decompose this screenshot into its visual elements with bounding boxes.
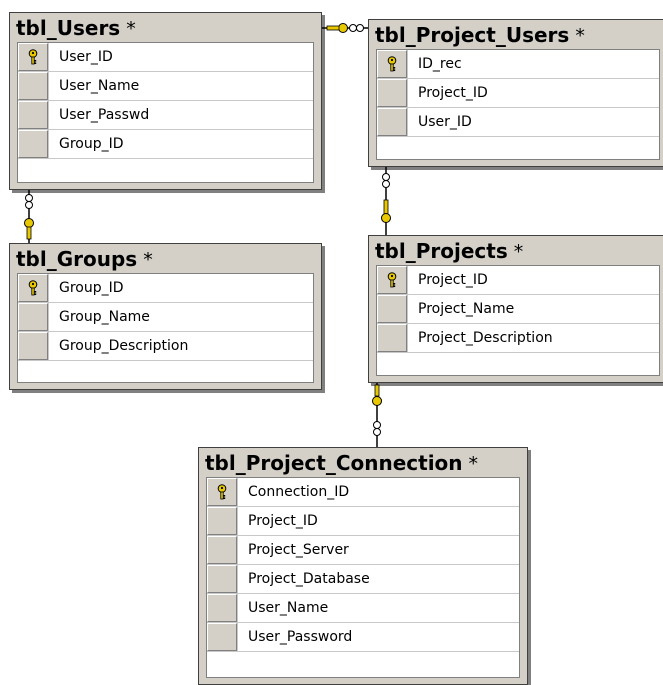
infinity-end-icon <box>373 421 381 436</box>
relationship-groups-users <box>24 190 34 243</box>
relationship-users-project-users <box>322 23 368 33</box>
key-end-icon <box>372 384 382 406</box>
relationship-projects-project-connection <box>372 383 382 447</box>
key-end-icon <box>381 199 391 223</box>
infinity-end-icon <box>349 24 364 32</box>
relationship-projects-project-users <box>381 167 391 235</box>
key-end-icon <box>326 23 348 33</box>
infinity-end-icon <box>25 194 33 209</box>
relationship-lines <box>24 23 391 447</box>
infinity-end-icon <box>382 173 390 188</box>
key-end-icon <box>24 218 34 240</box>
